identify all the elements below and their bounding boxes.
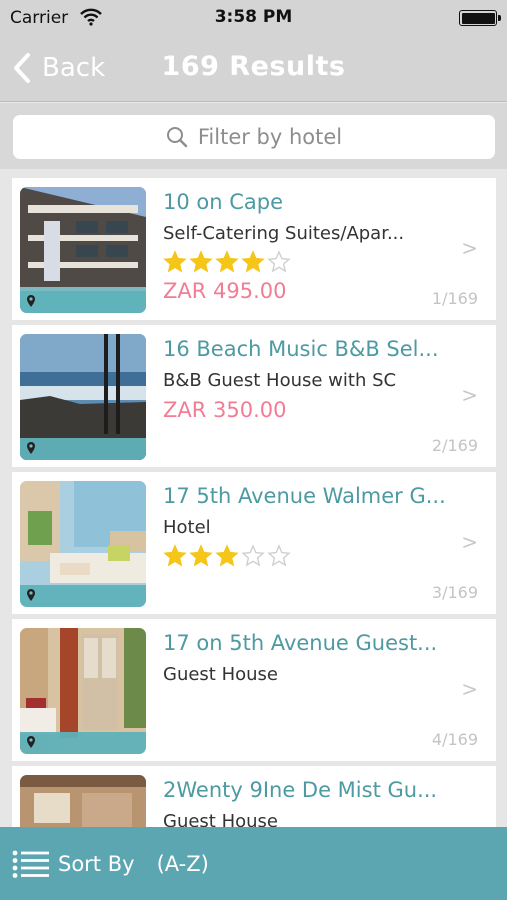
- hotel-price: ZAR 350.00: [163, 398, 287, 422]
- map-pin-icon: [27, 295, 35, 307]
- list-icon: [12, 850, 49, 878]
- star-rating: [163, 544, 291, 568]
- page-title: 169 Results: [161, 51, 346, 82]
- chevron-right-icon: >: [461, 236, 478, 260]
- result-item[interactable]: 17 on 5th Avenue Guest... Guest House > …: [12, 619, 496, 761]
- hotel-type: Guest House: [163, 664, 278, 685]
- result-index: 3/169: [431, 583, 478, 602]
- status-bar: Carrier 3:58 PM: [0, 0, 507, 36]
- chevron-right-icon: >: [461, 677, 478, 701]
- sort-bar[interactable]: Sort By (A-Z): [0, 827, 507, 900]
- star-filled-icon: [215, 250, 239, 273]
- star-filled-icon: [215, 544, 239, 567]
- hotel-name: 16 Beach Music B&B Sel...: [163, 337, 439, 361]
- sort-label: Sort By: [58, 851, 135, 876]
- result-index: 4/169: [431, 730, 478, 749]
- sort-value: (A-Z): [156, 851, 209, 876]
- star-filled-icon: [189, 544, 213, 567]
- star-rating: [163, 250, 291, 274]
- clock: 3:58 PM: [214, 7, 293, 27]
- result-item[interactable]: 16 Beach Music B&B Sel... B&B Guest Hous…: [12, 325, 496, 467]
- hotel-name: 17 on 5th Avenue Guest...: [163, 631, 438, 655]
- star-filled-icon: [163, 544, 187, 567]
- chevron-right-icon: >: [461, 530, 478, 554]
- hotel-name: 2Wenty 9Ine De Mist Gu...: [163, 778, 438, 802]
- hotel-type: Self-Catering Suites/Apar...: [163, 223, 405, 244]
- map-pin-icon: [27, 442, 35, 454]
- battery-icon: [459, 10, 501, 26]
- hotel-thumbnail: [20, 334, 146, 460]
- hotel-thumbnail: [20, 628, 146, 754]
- star-filled-icon: [163, 250, 187, 273]
- map-pin-icon: [27, 736, 35, 748]
- hotel-name: 10 on Cape: [163, 190, 284, 214]
- chevron-right-icon: >: [461, 383, 478, 407]
- star-filled-icon: [189, 250, 213, 273]
- search-placeholder: Filter by hotel: [197, 125, 343, 149]
- hotel-thumbnail: [20, 775, 146, 827]
- star-empty-icon: [267, 250, 291, 273]
- hotel-thumbnail: [20, 187, 146, 313]
- search-input[interactable]: Filter by hotel: [13, 115, 495, 159]
- hotel-type: B&B Guest House with SC: [163, 370, 397, 391]
- result-item[interactable]: 2Wenty 9Ine De Mist Gu... Guest House: [12, 766, 496, 827]
- hotel-thumbnail: [20, 481, 146, 607]
- star-empty-icon: [241, 544, 265, 567]
- search-area: Filter by hotel: [0, 103, 507, 169]
- map-pin-icon: [27, 589, 35, 601]
- results-list[interactable]: 10 on Cape Self-Catering Suites/Apar... …: [0, 169, 507, 827]
- hotel-type: Hotel: [163, 517, 211, 538]
- navigation-bar: Back 169 Results: [0, 36, 507, 102]
- star-empty-icon: [267, 544, 291, 567]
- hotel-name: 17 5th Avenue Walmer G...: [163, 484, 446, 508]
- result-index: 1/169: [431, 289, 478, 308]
- result-item[interactable]: 17 5th Avenue Walmer G... Hotel > 3/169: [12, 472, 496, 614]
- search-icon: [166, 127, 188, 148]
- hotel-price: ZAR 495.00: [163, 279, 287, 303]
- hotel-type: Guest House: [163, 811, 278, 827]
- result-item[interactable]: 10 on Cape Self-Catering Suites/Apar... …: [12, 178, 496, 320]
- star-filled-icon: [241, 250, 265, 273]
- result-index: 2/169: [431, 436, 478, 455]
